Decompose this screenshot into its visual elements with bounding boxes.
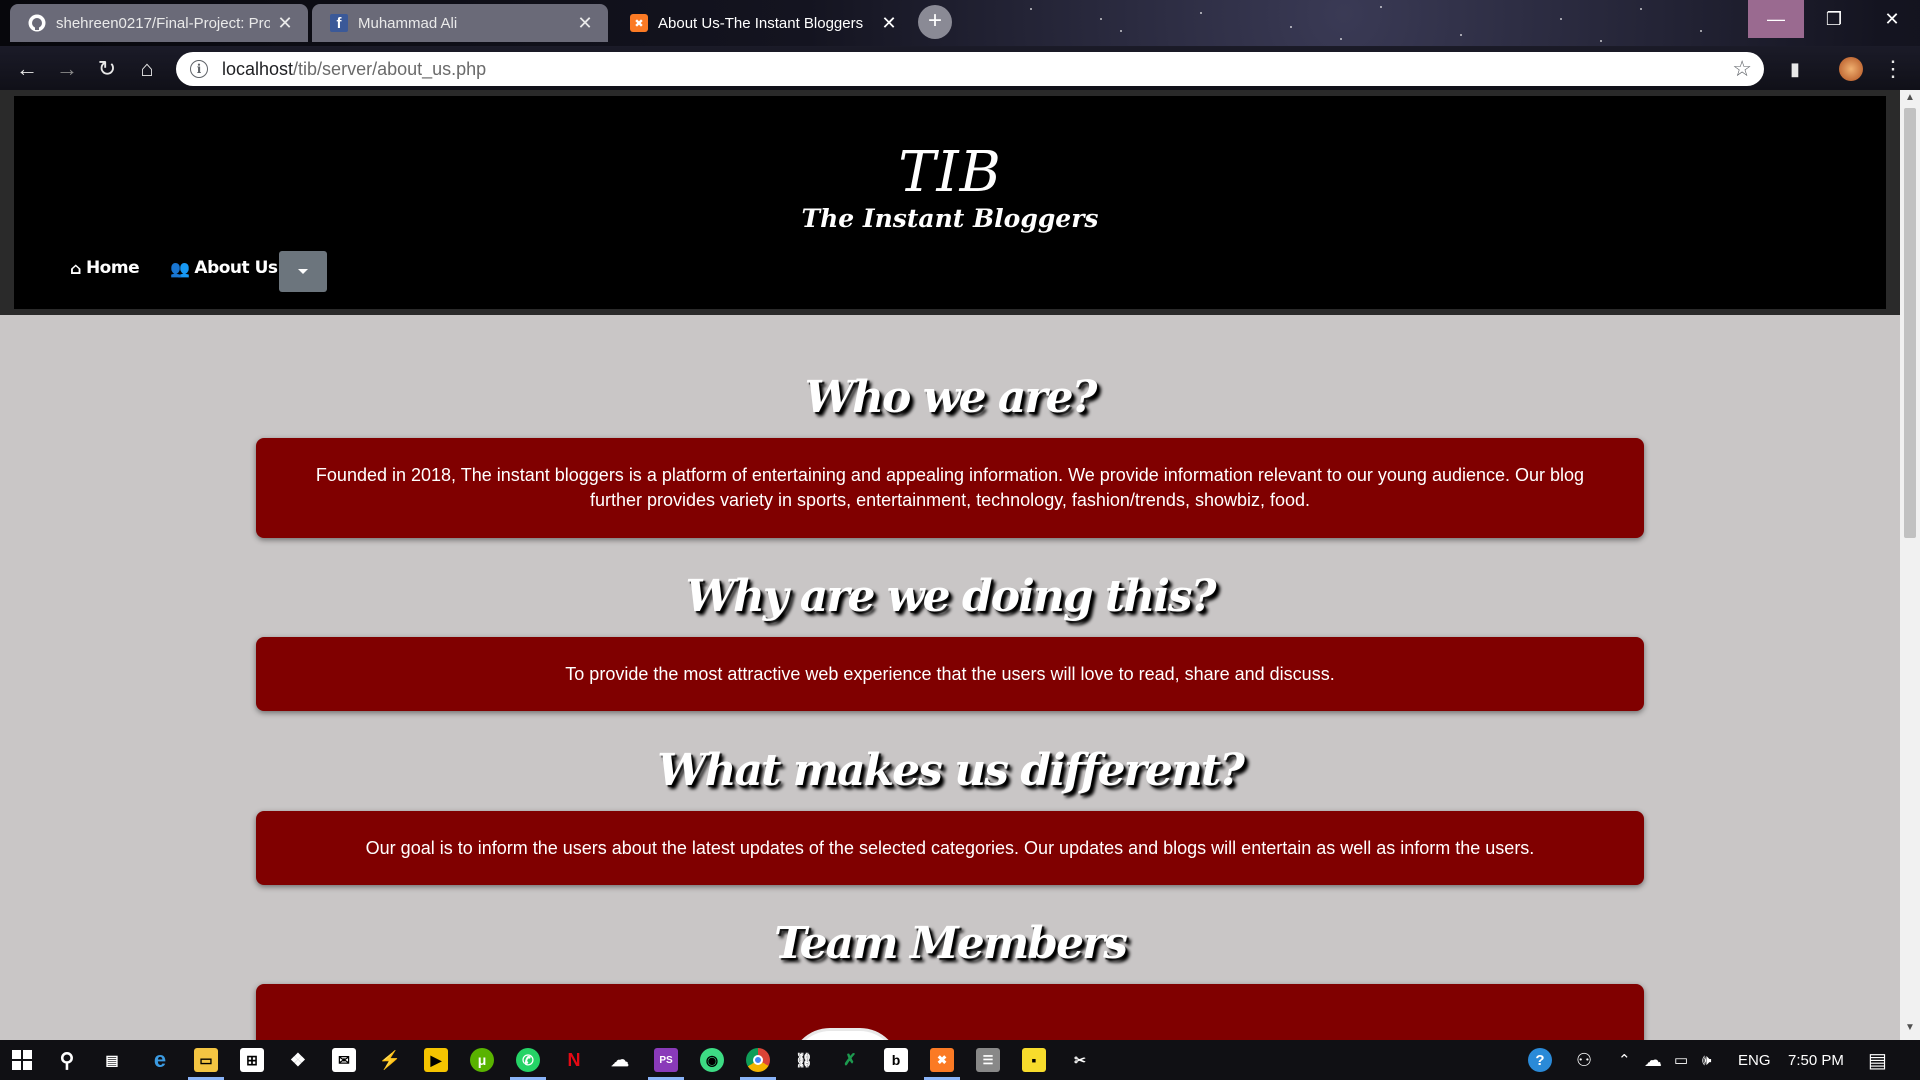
facebook-icon: f [330, 14, 348, 32]
close-tab-icon[interactable]: ✕ [880, 13, 898, 34]
people-icon[interactable]: ⚇ [1576, 1040, 1592, 1080]
chevron-up-icon[interactable]: ⌃ [1618, 1040, 1631, 1080]
database-icon[interactable]: ☰ [976, 1048, 1000, 1072]
browser-toolbar: ← → ↻ ⌂ i localhost/tib/server/about_us.… [0, 46, 1920, 90]
section-title-different: What makes us different? [657, 745, 1245, 796]
tab-title: Muhammad Ali [358, 14, 458, 32]
nav-dropdown-toggle[interactable] [279, 251, 327, 292]
notifications-icon[interactable]: ▤ [1868, 1040, 1887, 1080]
clock[interactable]: 7:50 PM [1788, 1040, 1844, 1080]
volume-icon[interactable]: 🕪 [1702, 1040, 1711, 1080]
site-info-icon[interactable]: i [190, 60, 208, 78]
page-viewport: TIB The Instant Bloggers ⌂ Home 👥 About … [0, 90, 1900, 1040]
scrollbar-thumb[interactable] [1904, 108, 1916, 538]
windows-taskbar: ⚲ ▤ e ▭ ⊞ ❖ ✉ ⚡ ▶ μ ✆ N ☁ PS ◉ ⛓ ✗ b ✖ ☰… [0, 1040, 1920, 1080]
sublime-icon[interactable]: ▶ [424, 1048, 448, 1072]
back-button[interactable]: ← [12, 54, 42, 84]
url-path: /tib/server/about_us.php [293, 58, 487, 79]
task-view-icon[interactable]: ▤ [100, 1048, 124, 1072]
menu-kebab-icon[interactable]: ⋮ [1878, 54, 1908, 84]
nav-home-label: Home [85, 258, 140, 278]
dropbox-icon[interactable]: ❖ [286, 1048, 310, 1072]
close-tab-icon[interactable]: ✕ [576, 13, 594, 34]
windows-start-icon[interactable] [10, 1048, 34, 1072]
section-card-team [256, 984, 1644, 1040]
caret-down-icon [298, 269, 308, 274]
tab-github[interactable]: shehreen0217/Final-Project: Pro ✕ [10, 4, 308, 42]
reload-button[interactable]: ↻ [92, 54, 122, 84]
android-studio-icon[interactable]: ◉ [700, 1048, 724, 1072]
tab-title: About Us-The Instant Bloggers [658, 14, 864, 32]
url-host: localhost [222, 58, 294, 79]
bookmark-star-icon[interactable]: ☆ [1732, 56, 1752, 82]
profile-avatar[interactable] [1836, 54, 1866, 84]
file-explorer-icon[interactable]: ▭ [194, 1048, 218, 1072]
help-icon[interactable]: ? [1528, 1040, 1552, 1080]
xampp-icon: ✖ [630, 14, 648, 32]
site-tagline: The Instant Bloggers [801, 204, 1099, 233]
mail-icon[interactable]: ✉ [332, 1048, 356, 1072]
edge-icon[interactable]: e [148, 1047, 172, 1072]
store-icon[interactable]: ⊞ [240, 1048, 264, 1072]
tab-about-us[interactable]: ✖ About Us-The Instant Bloggers ✕ [612, 4, 912, 42]
extension-icon[interactable]: ▮ [1780, 54, 1810, 84]
browser-tab-bar: shehreen0217/Final-Project: Pro ✕ f Muha… [0, 0, 1920, 46]
tab-title: shehreen0217/Final-Project: Pro [56, 14, 270, 32]
section-text-who: Founded in 2018, The instant bloggers is… [315, 465, 1585, 510]
soundcloud-icon[interactable]: ☁ [608, 1048, 632, 1072]
page-scrollbar[interactable]: ▲ ▼ [1900, 90, 1920, 1040]
language-indicator[interactable]: ENG [1738, 1040, 1771, 1080]
netflix-icon[interactable]: N [562, 1048, 586, 1072]
close-tab-icon[interactable]: ✕ [276, 13, 294, 34]
git-icon[interactable]: ⛓ [792, 1048, 816, 1072]
section-title-team: Team Members [773, 918, 1128, 969]
home-icon: ⌂ [70, 258, 81, 278]
nav-about-label: About Us [194, 258, 278, 278]
nav-home[interactable]: ⌂ Home [70, 258, 140, 278]
search-icon[interactable]: ⚲ [55, 1048, 79, 1072]
nav-about-us[interactable]: 👥 About Us [170, 258, 278, 278]
minimize-button[interactable]: — [1748, 0, 1804, 38]
new-tab-button[interactable]: + [918, 5, 952, 39]
chrome-icon[interactable] [746, 1048, 770, 1072]
sticky-notes-icon[interactable]: ▪ [1022, 1048, 1046, 1072]
utorrent-icon[interactable]: μ [470, 1048, 494, 1072]
section-title-why: Why are we doing this? [685, 571, 1217, 622]
section-title-who: Who we are? [804, 372, 1098, 423]
snipping-icon[interactable]: ✂ [1068, 1048, 1092, 1072]
whatsapp-icon[interactable]: ✆ [516, 1048, 540, 1072]
scroll-up-icon[interactable]: ▲ [1900, 92, 1920, 108]
excel-icon[interactable]: ✗ [838, 1048, 862, 1072]
site-header: TIB The Instant Bloggers ⌂ Home 👥 About … [0, 90, 1900, 315]
restore-button[interactable]: ❐ [1806, 0, 1862, 38]
site-logo[interactable]: TIB [14, 140, 1886, 205]
users-icon: 👥 [170, 258, 190, 278]
bing-icon[interactable]: b [884, 1048, 908, 1072]
tab-facebook[interactable]: f Muhammad Ali ✕ [312, 4, 608, 42]
scroll-down-icon[interactable]: ▼ [1900, 1022, 1920, 1038]
section-card-why: To provide the most attractive web exper… [256, 637, 1644, 711]
section-text-different: Our goal is to inform the users about th… [365, 837, 1535, 858]
section-card-who: Founded in 2018, The instant bloggers is… [256, 438, 1644, 538]
close-window-button[interactable]: ✕ [1864, 0, 1920, 38]
battery-icon[interactable]: ▭ [1674, 1040, 1688, 1080]
home-icon[interactable]: ⌂ [132, 54, 162, 84]
section-text-why: To provide the most attractive web exper… [565, 663, 1335, 684]
address-bar[interactable]: i localhost/tib/server/about_us.php ☆ [176, 52, 1764, 86]
xampp-icon[interactable]: ✖ [930, 1048, 954, 1072]
github-icon [28, 14, 46, 32]
vscode-icon[interactable]: ⚡ [378, 1048, 402, 1072]
section-card-different: Our goal is to inform the users about th… [256, 811, 1644, 885]
onedrive-icon[interactable]: ☁ [1644, 1040, 1662, 1080]
forward-button[interactable]: → [52, 54, 82, 84]
phpstorm-icon[interactable]: PS [654, 1048, 678, 1072]
